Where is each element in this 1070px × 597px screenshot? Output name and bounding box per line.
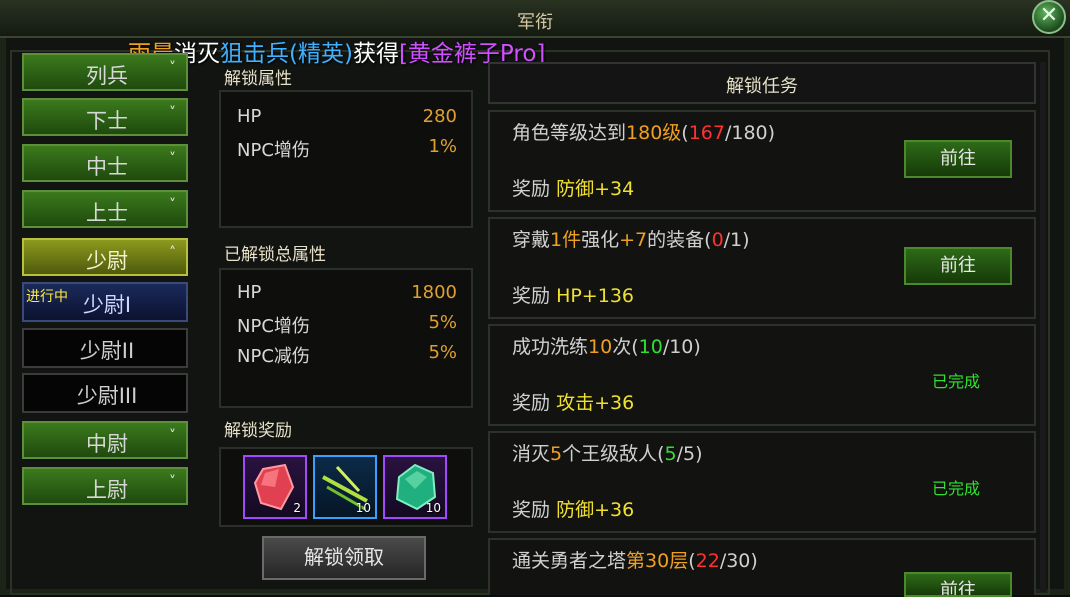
rank-label: 上士: [86, 201, 128, 225]
completed-status: 已完成: [932, 479, 981, 498]
reward-count: 2: [293, 501, 301, 515]
go-button[interactable]: 前往: [904, 247, 1012, 285]
attr-key: NPC增伤: [237, 316, 310, 337]
rank-subitem-second-lieutenant-3[interactable]: 少尉III: [22, 373, 188, 413]
rank-item-sergeant[interactable]: 中士 ˅: [22, 144, 188, 182]
task-reward: 奖励 攻击+36: [512, 392, 635, 414]
rank-item-first-lieutenant[interactable]: 中尉 ˅: [22, 421, 188, 459]
attr-key: NPC减伤: [237, 346, 310, 367]
title-bar: 军衔: [0, 0, 1070, 38]
rank-label: 列兵: [86, 64, 128, 88]
completed-status: 已完成: [932, 372, 981, 391]
in-progress-badge: 进行中: [26, 289, 68, 305]
task-reward: 奖励 防御+36: [512, 499, 635, 521]
task-reward: 奖励 防御+34: [512, 178, 635, 200]
rank-label: 上尉: [86, 478, 128, 502]
rewards-box: 2 10 10: [219, 447, 473, 527]
chevron-down-icon: ˅: [169, 474, 176, 490]
reward-slot[interactable]: 10: [313, 455, 377, 519]
attr-value: 280: [422, 106, 457, 127]
attr-row: HP 280: [237, 106, 457, 127]
chevron-down-icon: ˅: [169, 428, 176, 444]
task-panel-header: 解锁任务: [488, 62, 1036, 104]
unlock-claim-button[interactable]: 解锁领取: [262, 536, 426, 580]
attr-value: 1%: [428, 136, 457, 157]
broadcast-message: 雨晨消灭狙击兵(精英)获得[黄金裤子Pro]: [128, 34, 545, 68]
reward-slot[interactable]: 10: [383, 455, 447, 519]
attr-row: NPC增伤 1%: [237, 136, 457, 162]
task-desc: 消灭5个王级敌人(5/5): [512, 443, 703, 465]
chevron-down-icon: ˅: [169, 151, 176, 167]
go-button[interactable]: 前往: [904, 572, 1012, 597]
task-item: 穿戴1件强化+7的装备(0/1) 前往 奖励 HP+136: [488, 217, 1036, 319]
task-desc: 穿戴1件强化+7的装备(0/1): [512, 229, 750, 251]
attr-row: NPC增伤 5%: [237, 312, 457, 338]
total-attrs-box: HP 1800 NPC增伤 5% NPC减伤 5%: [219, 268, 473, 408]
rank-label: 少尉II: [79, 339, 135, 363]
rank-item-captain[interactable]: 上尉 ˅: [22, 467, 188, 505]
rank-subitem-second-lieutenant-1[interactable]: 少尉I 进行中: [22, 282, 188, 322]
rank-subitem-second-lieutenant-2[interactable]: 少尉II: [22, 328, 188, 368]
task-panel-title: 解锁任务: [726, 76, 798, 97]
rank-label: 中尉: [86, 432, 128, 456]
rank-label: 中士: [86, 155, 128, 179]
task-desc: 角色等级达到180级(167/180): [512, 122, 776, 144]
task-item: 角色等级达到180级(167/180) 前往 奖励 防御+34: [488, 110, 1036, 212]
attr-value: 1800: [411, 282, 457, 303]
unlock-attrs-box: HP 280 NPC增伤 1%: [219, 90, 473, 228]
task-desc: 成功洗练10次(10/10): [512, 336, 701, 358]
rank-item-staff-sergeant[interactable]: 上士 ˅: [22, 190, 188, 228]
broadcast-verb2: 获得: [352, 41, 399, 67]
rank-label: 少尉III: [76, 384, 138, 408]
rewards-title: 解锁奖励: [224, 421, 292, 441]
task-scrollbar[interactable]: [1040, 62, 1046, 592]
attr-value: 5%: [428, 312, 457, 333]
reward-count: 10: [355, 501, 371, 515]
rank-label: 下士: [86, 109, 128, 133]
rank-item-corporal[interactable]: 下士 ˅: [22, 98, 188, 136]
unlock-attrs-title: 解锁属性: [224, 69, 292, 89]
attr-key: HP: [237, 282, 262, 303]
go-button[interactable]: 前往: [904, 140, 1012, 178]
task-item: 消灭5个王级敌人(5/5) 已完成 奖励 防御+36: [488, 431, 1036, 533]
window-title: 军衔: [517, 12, 553, 33]
chevron-up-icon: ˄: [169, 245, 176, 261]
attr-row: NPC减伤 5%: [237, 342, 457, 368]
chevron-down-icon: ˅: [169, 60, 176, 76]
rank-label: 少尉: [86, 249, 128, 273]
task-reward: 奖励 HP+136: [512, 285, 634, 307]
task-item: 成功洗练10次(10/10) 已完成 奖励 攻击+36: [488, 324, 1036, 426]
task-item: 通关勇者之塔第30层(22/30) 前往: [488, 538, 1036, 597]
task-desc: 通关勇者之塔第30层(22/30): [512, 550, 758, 572]
reward-slot[interactable]: 2: [243, 455, 307, 519]
close-button[interactable]: ✕: [1032, 0, 1066, 34]
attr-key: NPC增伤: [237, 140, 310, 161]
chevron-down-icon: ˅: [169, 105, 176, 121]
total-attrs-title: 已解锁总属性: [224, 245, 326, 265]
rank-item-second-lieutenant[interactable]: 少尉 ˄: [22, 238, 188, 276]
reward-count: 10: [425, 501, 441, 515]
rank-item-private[interactable]: 列兵 ˅: [22, 53, 188, 91]
attr-value: 5%: [428, 342, 457, 363]
chevron-down-icon: ˅: [169, 197, 176, 213]
attr-row: HP 1800: [237, 282, 457, 303]
attr-key: HP: [237, 106, 262, 127]
